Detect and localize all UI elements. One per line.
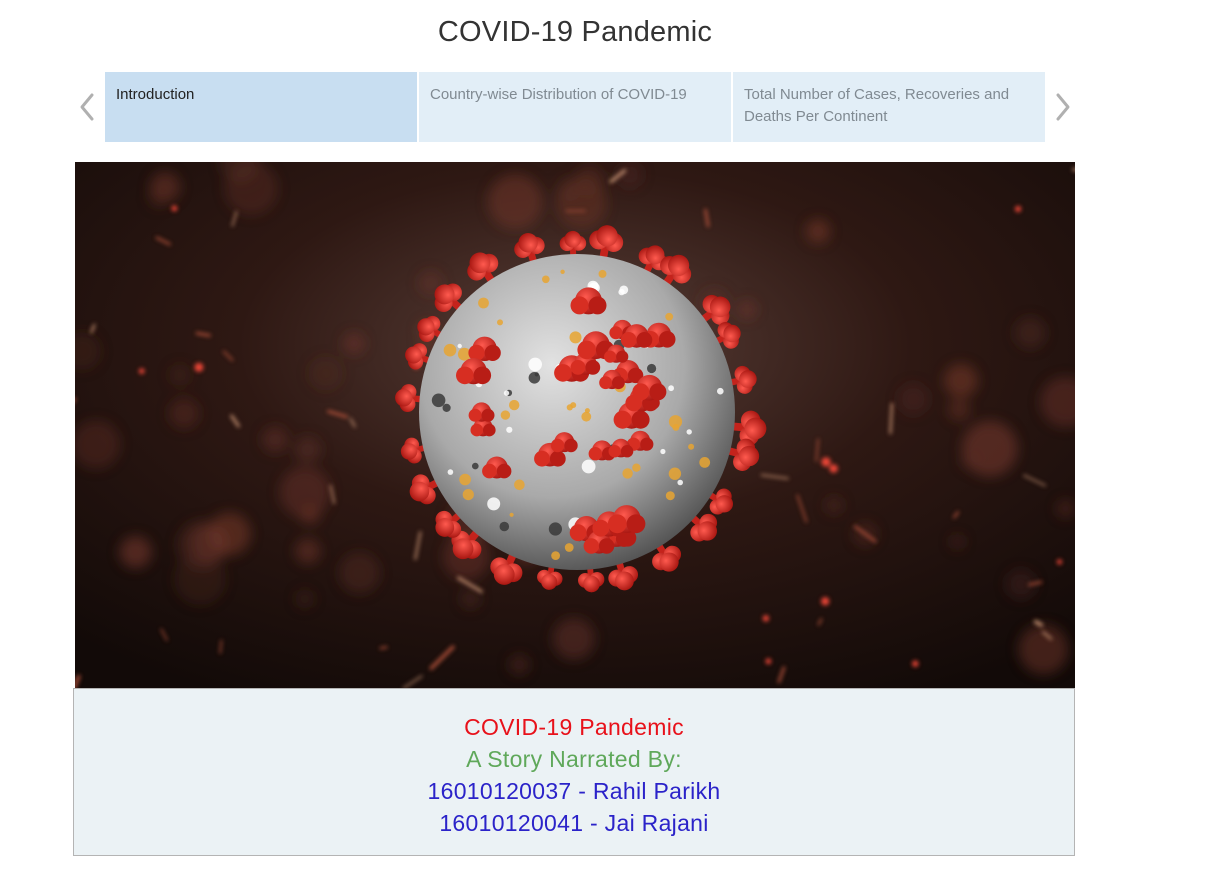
next-story-point-button[interactable] [1050, 90, 1074, 124]
previous-story-point-button[interactable] [76, 90, 100, 124]
tab-introduction[interactable]: Introduction [105, 72, 417, 142]
caption-author: 16010120037 - Rahil Parikh [427, 778, 721, 804]
coronavirus-image [75, 162, 1075, 688]
caption-title: COVID-19 Pandemic [464, 714, 684, 740]
caption-author: 16010120041 - Jai Rajani [439, 810, 709, 836]
tab-country-wise-distribution[interactable]: Country-wise Distribution of COVID-19 [419, 72, 731, 142]
chevron-left-icon [80, 93, 94, 121]
story-page: COVID-19 Pandemic Introduction Country-w… [0, 0, 1212, 890]
story-caption: COVID-19 Pandemic A Story Narrated By: 1… [73, 688, 1075, 856]
tab-cases-recoveries-deaths[interactable]: Total Number of Cases, Recoveries and De… [733, 72, 1045, 142]
story-points-nav: Introduction Country-wise Distribution o… [105, 72, 1045, 142]
story-title: COVID-19 Pandemic [437, 16, 713, 48]
chevron-right-icon [1056, 93, 1070, 121]
coronavirus-illustration [75, 162, 1075, 688]
caption-subtitle: A Story Narrated By: [466, 746, 682, 772]
